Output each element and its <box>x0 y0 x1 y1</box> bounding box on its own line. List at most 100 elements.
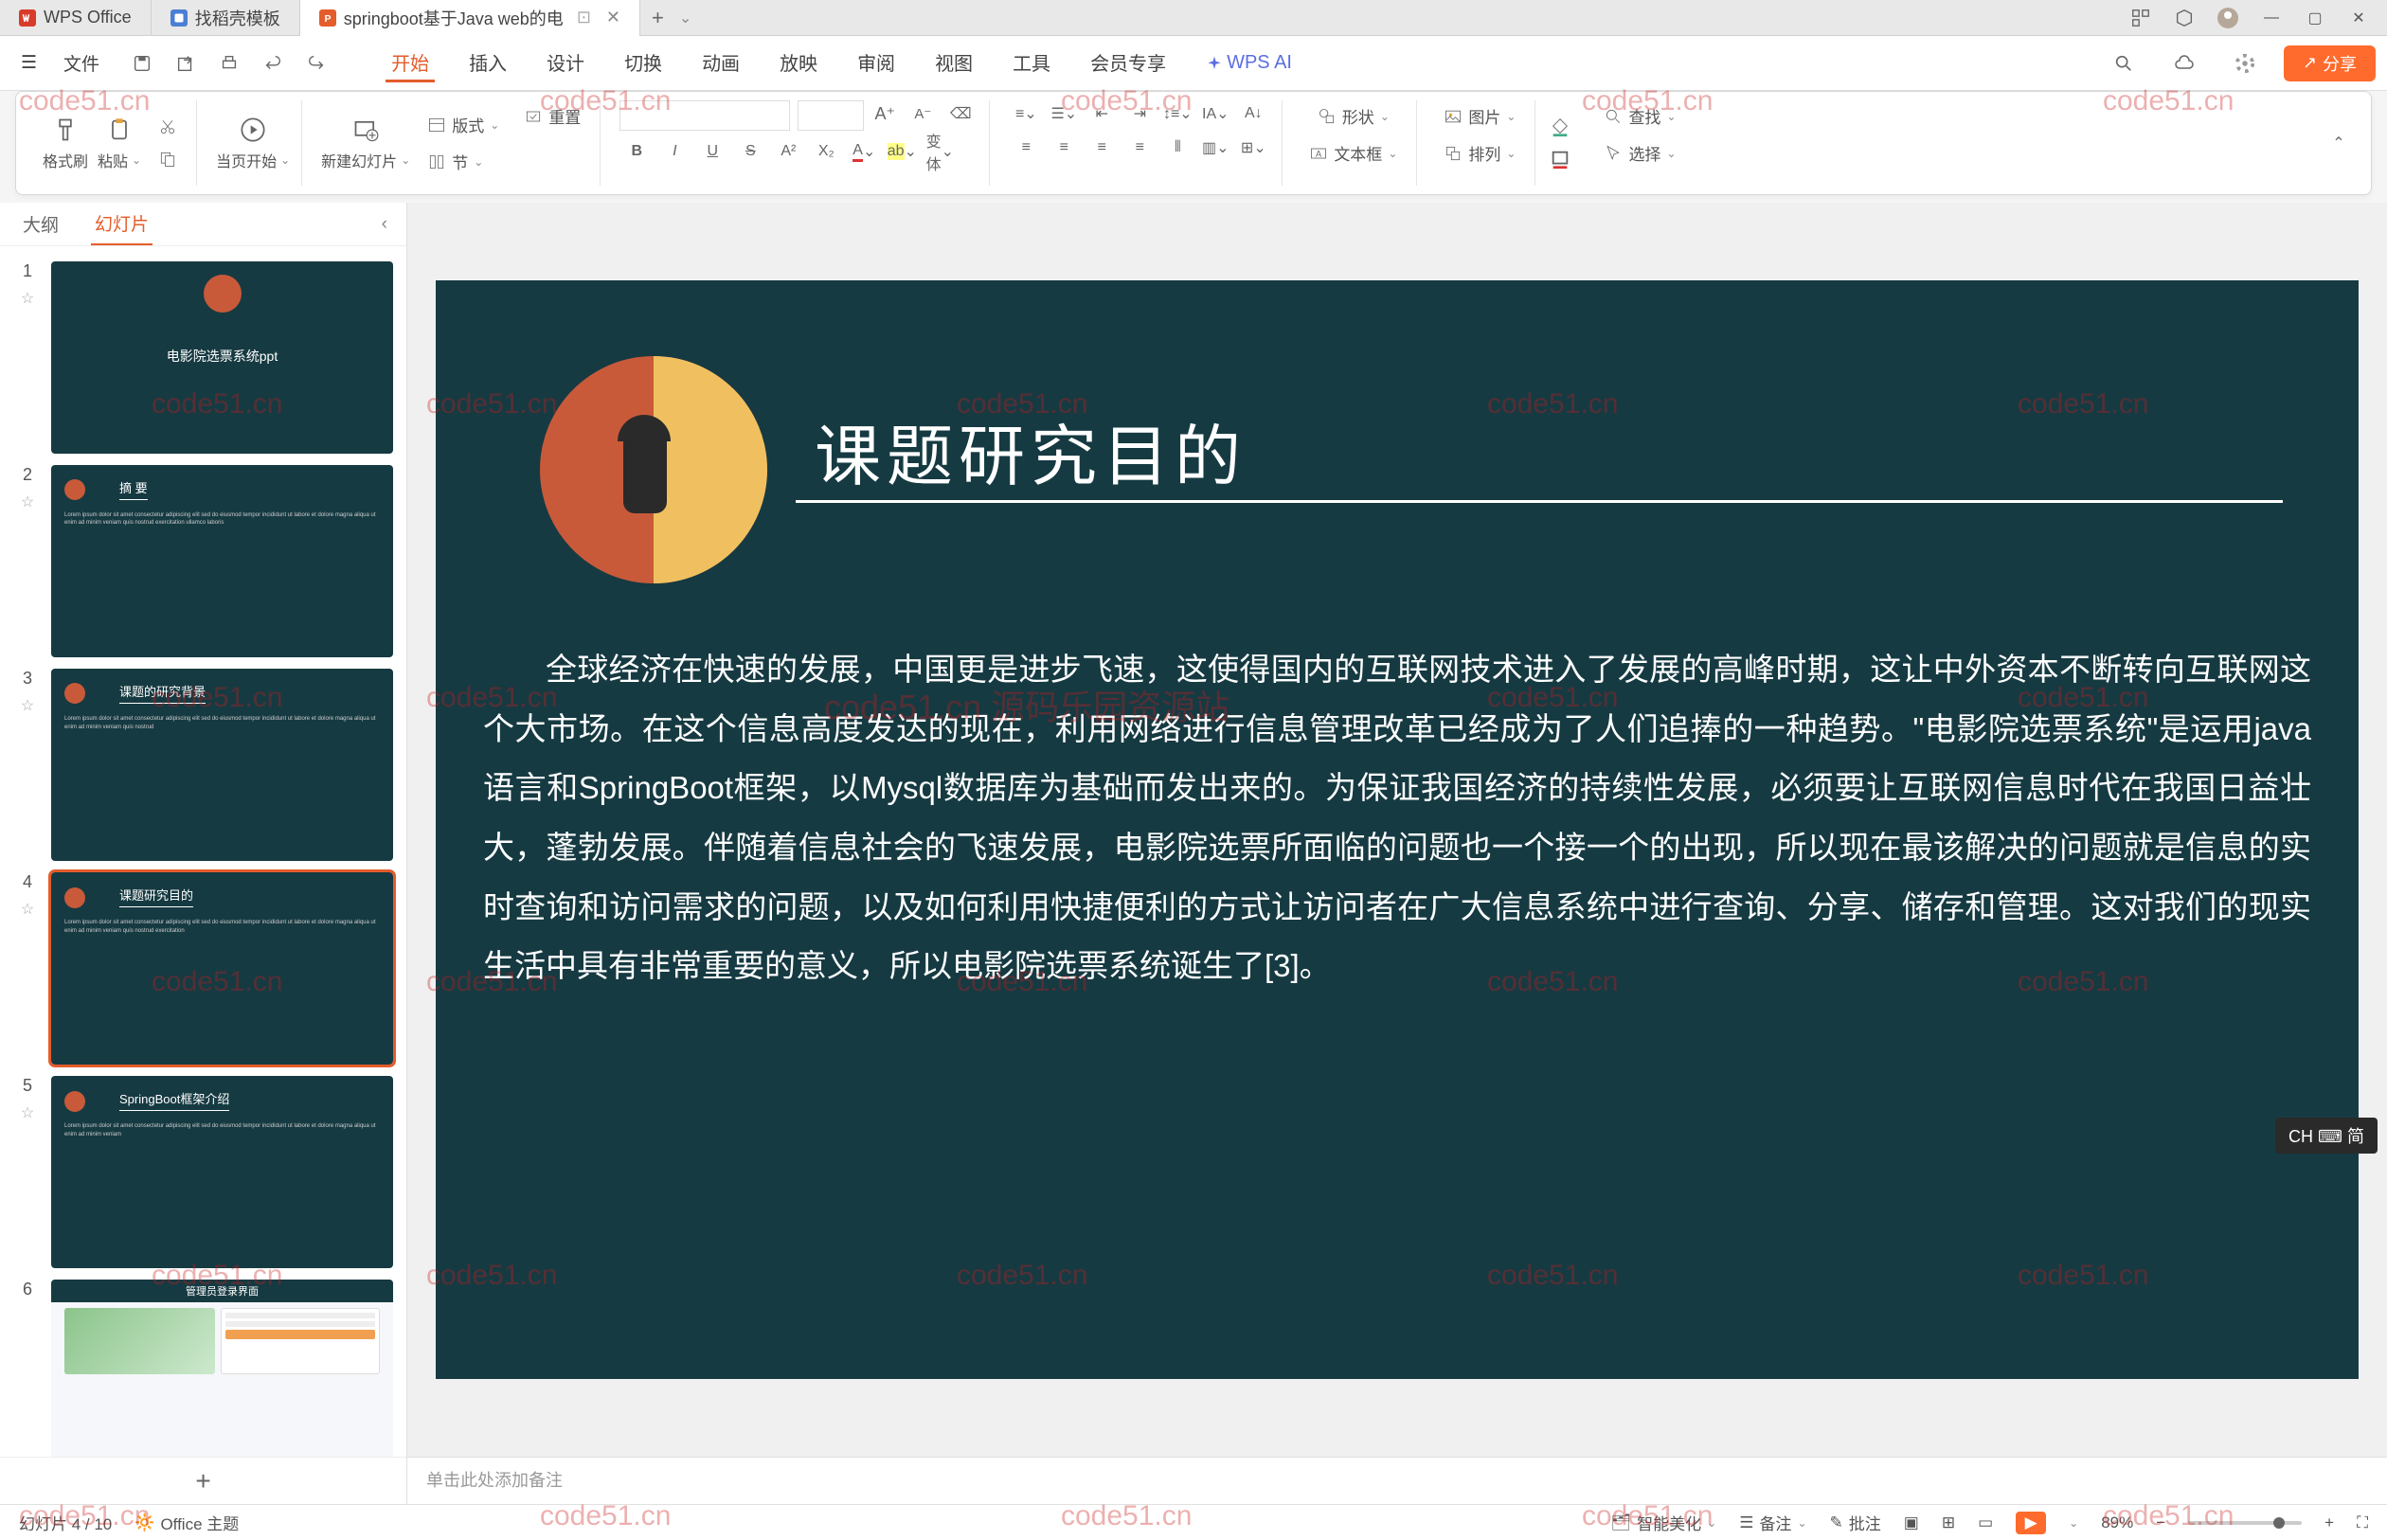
reading-view-icon[interactable]: ▭ <box>1978 1513 1993 1532</box>
add-slide-button[interactable]: + <box>0 1457 406 1504</box>
minimize-icon[interactable]: — <box>2260 7 2283 29</box>
italic-icon[interactable]: I <box>663 140 686 163</box>
star-icon[interactable]: ☆ <box>21 492 34 511</box>
slide-thumbnail-2[interactable]: 摘 要 Lorem ipsum dolor sit amet consectet… <box>51 465 393 657</box>
normal-view-icon[interactable]: ▣ <box>1904 1513 1919 1532</box>
avatar-icon[interactable] <box>2216 7 2239 29</box>
star-icon[interactable]: ☆ <box>21 900 34 919</box>
bullets-icon[interactable]: ≡⌄ <box>1014 102 1037 125</box>
indent-decrease-icon[interactable]: ⇤ <box>1090 102 1113 125</box>
strikethrough-icon[interactable]: S <box>739 140 762 163</box>
hamburger-icon[interactable]: ☰ <box>11 46 46 80</box>
align-right-icon[interactable]: ≡ <box>1090 136 1113 159</box>
arrange-button[interactable]: 排列⌄ <box>1436 137 1523 169</box>
tab-insert[interactable]: 插入 <box>463 45 512 82</box>
new-slide-button[interactable]: 新建幻灯片⌄ <box>321 115 410 171</box>
zoom-in-icon[interactable]: + <box>2324 1513 2334 1532</box>
select-button[interactable]: 选择⌄ <box>1596 137 1683 169</box>
slide-title[interactable]: 课题研究目的 <box>815 403 1247 499</box>
zoom-out-icon[interactable]: − <box>2156 1513 2165 1532</box>
line-spacing-icon[interactable]: ↕≡⌄ <box>1166 102 1189 125</box>
export-icon[interactable] <box>171 49 200 78</box>
add-tab-button[interactable]: + <box>640 6 675 30</box>
highlight-icon[interactable]: ab⌄ <box>890 140 913 163</box>
bianti-button[interactable]: 变体⌄ <box>928 140 951 163</box>
layout-button[interactable]: 版式⌄ <box>420 109 507 140</box>
document-tab[interactable]: P springboot基于Java web的电 ⊡ ✕ <box>300 0 640 36</box>
from-current-button[interactable]: 当页开始⌄ <box>216 115 290 171</box>
reset-button[interactable]: 重置 <box>516 100 588 132</box>
numbering-icon[interactable]: ☰⌄ <box>1052 102 1075 125</box>
search-icon[interactable] <box>2109 49 2138 78</box>
zoom-slider[interactable] <box>2188 1521 2302 1525</box>
template-tab[interactable]: 找稻壳模板 <box>152 0 300 36</box>
star-icon[interactable]: ☆ <box>21 289 34 308</box>
fit-window-icon[interactable]: ⛶ <box>2357 1513 2368 1532</box>
print-icon[interactable] <box>215 49 243 78</box>
clear-format-icon[interactable]: ⌫ <box>949 102 972 125</box>
font-family-select[interactable] <box>619 100 790 131</box>
align-justify-icon[interactable]: ≡ <box>1128 136 1151 159</box>
increase-font-icon[interactable]: A⁺ <box>873 102 896 125</box>
share-button[interactable]: ↗分享 <box>2284 45 2376 81</box>
find-button[interactable]: 查找⌄ <box>1596 100 1683 132</box>
tab-design[interactable]: 设计 <box>541 45 590 82</box>
help-icon[interactable] <box>2231 49 2259 78</box>
cut-icon[interactable] <box>156 116 179 138</box>
decrease-font-icon[interactable]: A⁻ <box>911 102 934 125</box>
tab-wps-ai[interactable]: WPS AI <box>1200 45 1298 82</box>
tab-member[interactable]: 会员专享 <box>1085 45 1172 82</box>
tab-review[interactable]: 审阅 <box>852 45 901 82</box>
format-painter-button[interactable]: 格式刷 <box>43 115 88 171</box>
collapse-panel-icon[interactable]: ‹ <box>382 214 387 235</box>
slide-thumbnail-1[interactable]: 电影院选票系统ppt <box>51 261 393 454</box>
star-icon[interactable]: ☆ <box>21 696 34 715</box>
close-tab-icon[interactable]: ✕ <box>606 8 620 27</box>
apps-icon[interactable] <box>2129 7 2152 29</box>
ribbon-collapse-icon[interactable]: ⌃ <box>2327 132 2350 154</box>
current-slide[interactable]: 课题研究目的 全球经济在快速的发展，中国更是进步飞速，这使得国内的互联网技术进入… <box>436 280 2359 1379</box>
vertical-align-icon[interactable]: ⊞⌄ <box>1242 136 1265 159</box>
close-window-icon[interactable]: ✕ <box>2347 7 2370 29</box>
section-button[interactable]: 节⌄ <box>420 146 507 177</box>
slide-thumbnail-6[interactable]: 管理员登录界面 <box>51 1280 393 1457</box>
shape-button[interactable]: 形状⌄ <box>1310 100 1397 132</box>
zoom-level[interactable]: 89% <box>2101 1513 2133 1532</box>
indent-increase-icon[interactable]: ⇥ <box>1128 102 1151 125</box>
tab-transition[interactable]: 切换 <box>619 45 668 82</box>
tab-home[interactable]: 开始 <box>386 45 435 82</box>
star-icon[interactable]: ☆ <box>21 1103 34 1122</box>
tab-slideshow[interactable]: 放映 <box>774 45 823 82</box>
cloud-icon[interactable] <box>2170 49 2199 78</box>
comments-toggle[interactable]: ✎批注 <box>1830 1511 1881 1534</box>
align-left-icon[interactable]: ≡ <box>1014 136 1037 159</box>
theme-indicator[interactable]: 🔆Office 主题 <box>135 1511 239 1534</box>
superscript-icon[interactable]: A² <box>777 140 799 163</box>
smart-beautify-button[interactable]: 🗂智能美化⌄ <box>1611 1511 1717 1534</box>
slideshow-button[interactable]: ▶ <box>2016 1512 2046 1534</box>
subscript-icon[interactable]: X₂ <box>815 140 837 163</box>
tab-view[interactable]: 视图 <box>929 45 978 82</box>
text-direction-icon[interactable]: IA⌄ <box>1204 102 1227 125</box>
maximize-icon[interactable]: ▢ <box>2304 7 2326 29</box>
font-size-select[interactable] <box>798 100 864 131</box>
slide-thumbnail-4-current[interactable]: 课题研究目的 Lorem ipsum dolor sit amet consec… <box>51 872 393 1065</box>
slide-thumbnail-5[interactable]: SpringBoot框架介绍 Lorem ipsum dolor sit ame… <box>51 1076 393 1268</box>
slide-body-text[interactable]: 全球经济在快速的发展，中国更是进步飞速，这使得国内的互联网技术进入了发展的高峰时… <box>483 640 2311 996</box>
copy-icon[interactable] <box>156 148 179 170</box>
align-center-icon[interactable]: ≡ <box>1052 136 1075 159</box>
save-icon[interactable] <box>128 49 156 78</box>
slide-viewport[interactable]: 课题研究目的 全球经济在快速的发展，中国更是进步飞速，这使得国内的互联网技术进入… <box>407 203 2387 1457</box>
textbox-button[interactable]: A文本框⌄ <box>1301 137 1405 169</box>
notes-placeholder[interactable]: 单击此处添加备注 <box>407 1457 2387 1504</box>
file-menu[interactable]: 文件 <box>50 45 113 81</box>
tab-menu-icon[interactable]: ⊡ <box>577 8 591 27</box>
outline-tab[interactable]: 大纲 <box>19 204 63 244</box>
redo-icon[interactable] <box>302 49 331 78</box>
sorter-view-icon[interactable]: ⊞ <box>1942 1513 1955 1532</box>
columns-icon[interactable]: ▥⌄ <box>1204 136 1227 159</box>
undo-icon[interactable] <box>259 49 287 78</box>
tab-dropdown-icon[interactable]: ⌄ <box>679 9 691 27</box>
tab-tools[interactable]: 工具 <box>1007 45 1056 82</box>
underline-icon[interactable]: U <box>701 140 724 163</box>
